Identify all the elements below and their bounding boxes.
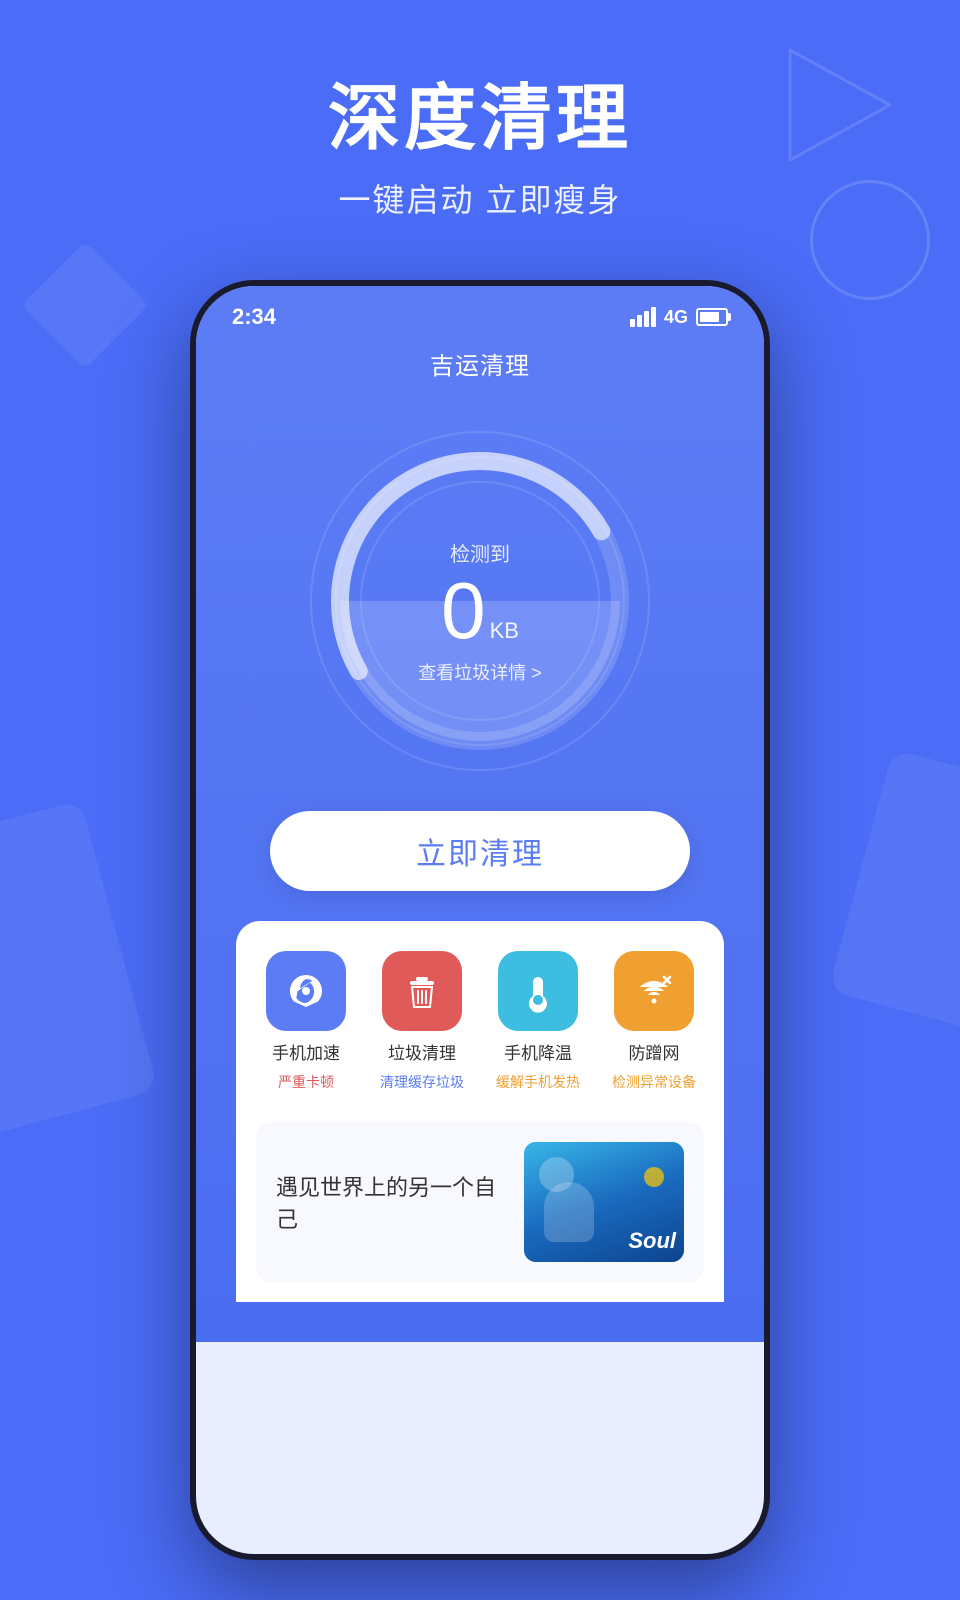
app-title: 吉运清理	[430, 353, 530, 380]
ad-brand-label: Soul	[628, 1228, 676, 1254]
feature-status-cooling: 缓解手机发热	[496, 1072, 580, 1092]
feature-name-clean: 垃圾清理	[388, 1039, 456, 1064]
signal-icon	[630, 307, 656, 327]
bg-stripe-left	[0, 800, 158, 1142]
app-title-bar: 吉运清理	[196, 338, 764, 401]
ad-image: Soul	[524, 1142, 684, 1262]
bottom-panel: 手机加速 严重卡顿 垃	[236, 921, 724, 1302]
gauge-value-row: 0 KB	[441, 571, 519, 651]
feature-status-wifi: 检测异常设备	[612, 1072, 696, 1092]
feature-name-cooling: 手机降温	[504, 1039, 572, 1064]
status-icons: 4G	[630, 307, 728, 328]
phone-inner: 2:34 4G 吉运清理	[196, 286, 764, 1554]
status-time: 2:34	[232, 304, 276, 330]
phone-container: 2:34 4G 吉运清理	[190, 280, 770, 1560]
soul-figure	[544, 1182, 594, 1242]
feature-icon-clean	[382, 951, 462, 1031]
feature-item-clean[interactable]: 垃圾清理 清理缓存垃圾	[372, 951, 472, 1092]
gauge-unit: KB	[490, 618, 519, 644]
gauge-detect-label: 检测到	[450, 538, 510, 567]
bg-diamond-decoration	[21, 241, 148, 368]
main-title: 深度清理	[0, 80, 960, 159]
gauge-detail-link[interactable]: 查看垃圾详情 >	[418, 659, 542, 685]
feature-icon-cooling	[498, 951, 578, 1031]
gauge-container: 检测到 0 KB 查看垃圾详情 >	[310, 431, 650, 771]
header-area: 深度清理 一键启动 立即瘦身	[0, 80, 960, 221]
network-label: 4G	[664, 307, 688, 328]
soul-deco-dot	[644, 1167, 664, 1187]
sub-title: 一键启动 立即瘦身	[0, 175, 960, 221]
feature-status-accelerate: 严重卡顿	[278, 1072, 334, 1092]
ad-banner[interactable]: 遇见世界上的另一个自己 Soul	[256, 1122, 704, 1282]
feature-item-cooling[interactable]: 手机降温 缓解手机发热	[488, 951, 588, 1092]
feature-name-accelerate: 手机加速	[272, 1039, 340, 1064]
feature-icon-accelerate	[266, 951, 346, 1031]
gauge-value: 0	[441, 571, 486, 651]
feature-status-clean: 清理缓存垃圾	[380, 1072, 464, 1092]
battery-icon	[696, 308, 728, 326]
feature-name-wifi: 防蹭网	[629, 1039, 680, 1064]
clean-button-label: 立即清理	[416, 829, 544, 873]
features-grid: 手机加速 严重卡顿 垃	[256, 951, 704, 1092]
ad-text: 遇见世界上的另一个自己	[276, 1170, 504, 1234]
main-content: 检测到 0 KB 查看垃圾详情 > 立即清理	[196, 401, 764, 1342]
gauge-center: 检测到 0 KB 查看垃圾详情 >	[310, 431, 650, 771]
feature-icon-wifi	[614, 951, 694, 1031]
bg-stripe-right	[828, 749, 960, 1032]
clean-button[interactable]: 立即清理	[270, 811, 690, 891]
phone-outer: 2:34 4G 吉运清理	[190, 280, 770, 1560]
feature-item-accelerate[interactable]: 手机加速 严重卡顿	[256, 951, 356, 1092]
status-bar: 2:34 4G	[196, 286, 764, 338]
feature-item-wifi[interactable]: 防蹭网 检测异常设备	[604, 951, 704, 1092]
